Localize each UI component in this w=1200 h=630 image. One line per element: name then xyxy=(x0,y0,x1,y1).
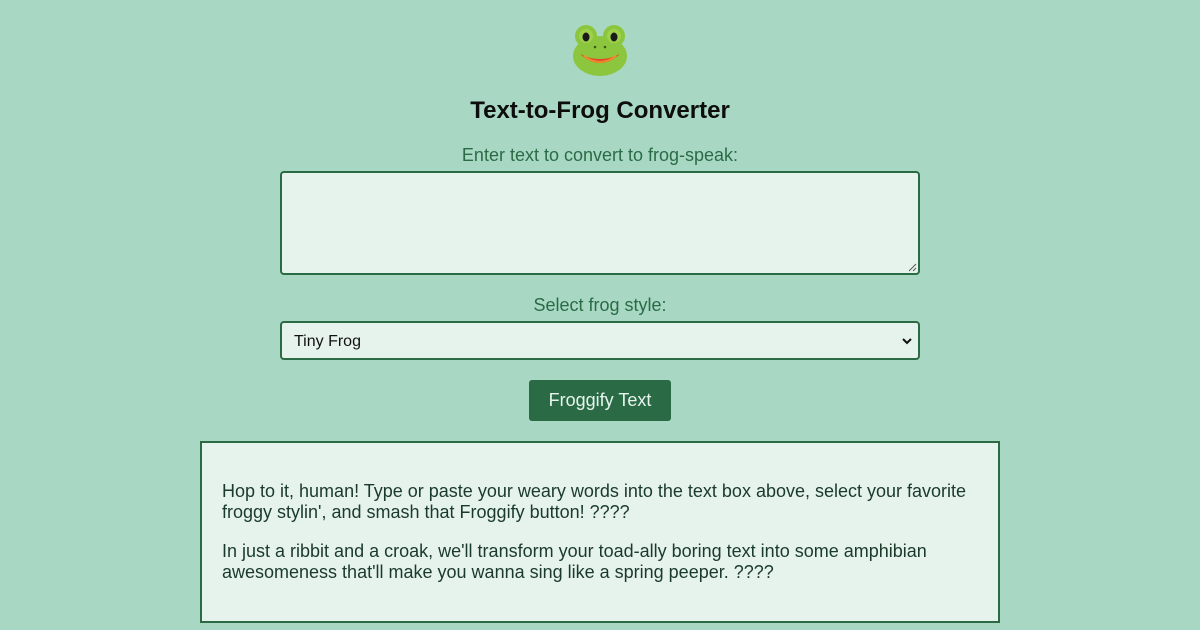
frog-style-selected-value: Tiny Frog xyxy=(294,333,361,350)
chevron-down-icon xyxy=(902,338,912,345)
frog-style-select[interactable]: Tiny Frog xyxy=(280,321,920,360)
output-paragraph: In just a ribbit and a croak, we'll tran… xyxy=(222,541,927,582)
page: Text-to-Frog Converter Enter text to con… xyxy=(0,0,1200,630)
output-panel: Hop to it, human! Type or paste your wea… xyxy=(200,441,1000,623)
resize-grip-icon[interactable] xyxy=(907,262,917,272)
input-label: Enter text to convert to frog-speak: xyxy=(461,145,739,165)
frog-face-icon xyxy=(573,25,627,76)
froggify-button[interactable]: Froggify Text xyxy=(529,380,671,421)
page-title: Text-to-Frog Converter xyxy=(470,97,730,124)
text-input[interactable] xyxy=(280,171,920,275)
style-label: Select frog style: xyxy=(533,295,667,315)
output-paragraph: Hop to it, human! Type or paste your wea… xyxy=(222,481,967,522)
